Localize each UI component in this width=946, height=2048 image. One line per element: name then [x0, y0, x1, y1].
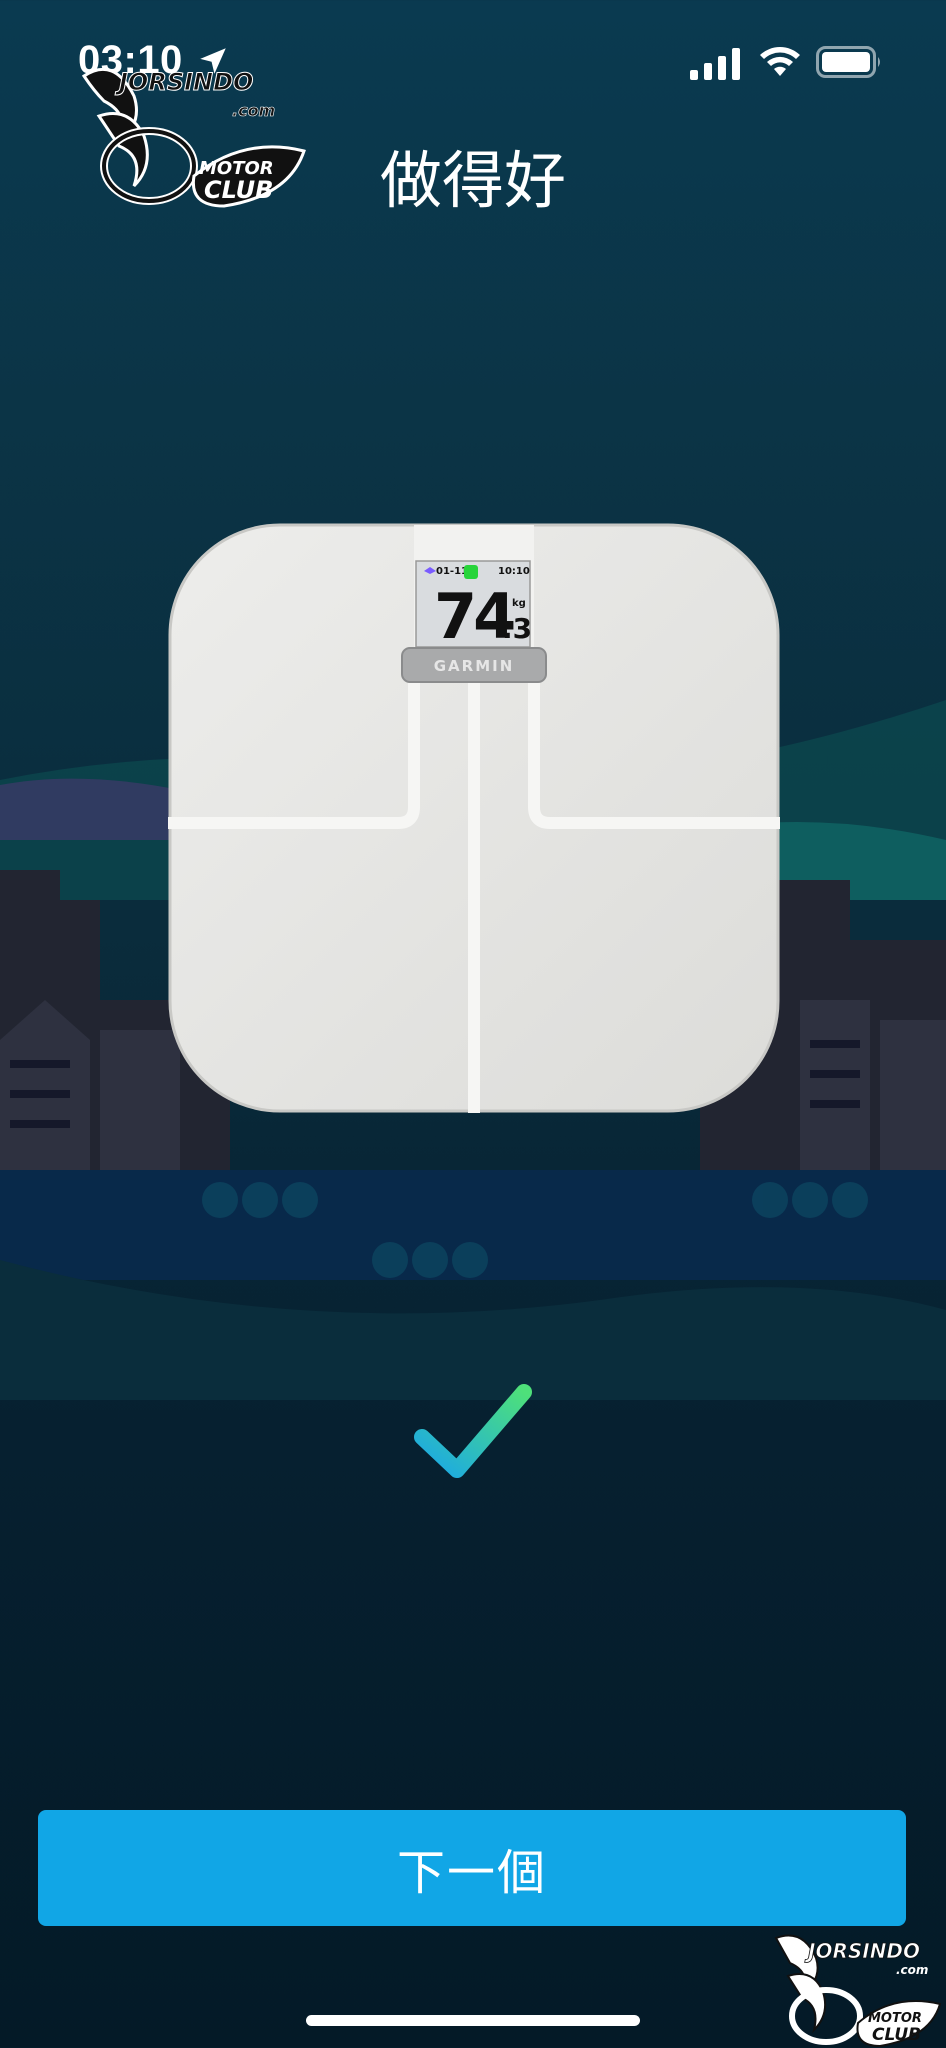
next-button[interactable]: 下一個: [38, 1810, 906, 1926]
next-button-label: 下一個: [396, 1845, 547, 1901]
logo-bottom-brand-text: JORSINDO: [804, 1939, 920, 1963]
scale-date: 01-11: [436, 566, 468, 577]
logo-bottom-domain-text: .com: [896, 1963, 928, 1977]
battery-icon: [816, 46, 880, 78]
scale-weight-dec: .3: [502, 612, 532, 645]
page-title: 做得好: [379, 144, 566, 217]
scale-clock: 10:10: [498, 566, 530, 577]
garmin-scale-image: 01-11 10:10 74 .3 kg GARMIN: [168, 523, 780, 1113]
home-indicator[interactable]: [306, 2015, 640, 2026]
logo-domain-text: .com: [232, 101, 275, 120]
wifi-icon: [760, 47, 800, 76]
checkmark-icon: [414, 1384, 532, 1478]
logo-brand-text: JORSINDO: [115, 68, 253, 96]
scale-unit: kg: [512, 598, 526, 609]
cellular-signal-icon: [690, 48, 740, 80]
jorsindo-logo-watermark-bottom: JORSINDO .com MOTOR CLUB: [774, 1934, 942, 2048]
logo-bottom-motor-text: MOTOR: [868, 2011, 922, 2026]
logo-bottom-club-text: CLUB: [872, 2025, 921, 2045]
scale-brand: GARMIN: [434, 657, 515, 675]
